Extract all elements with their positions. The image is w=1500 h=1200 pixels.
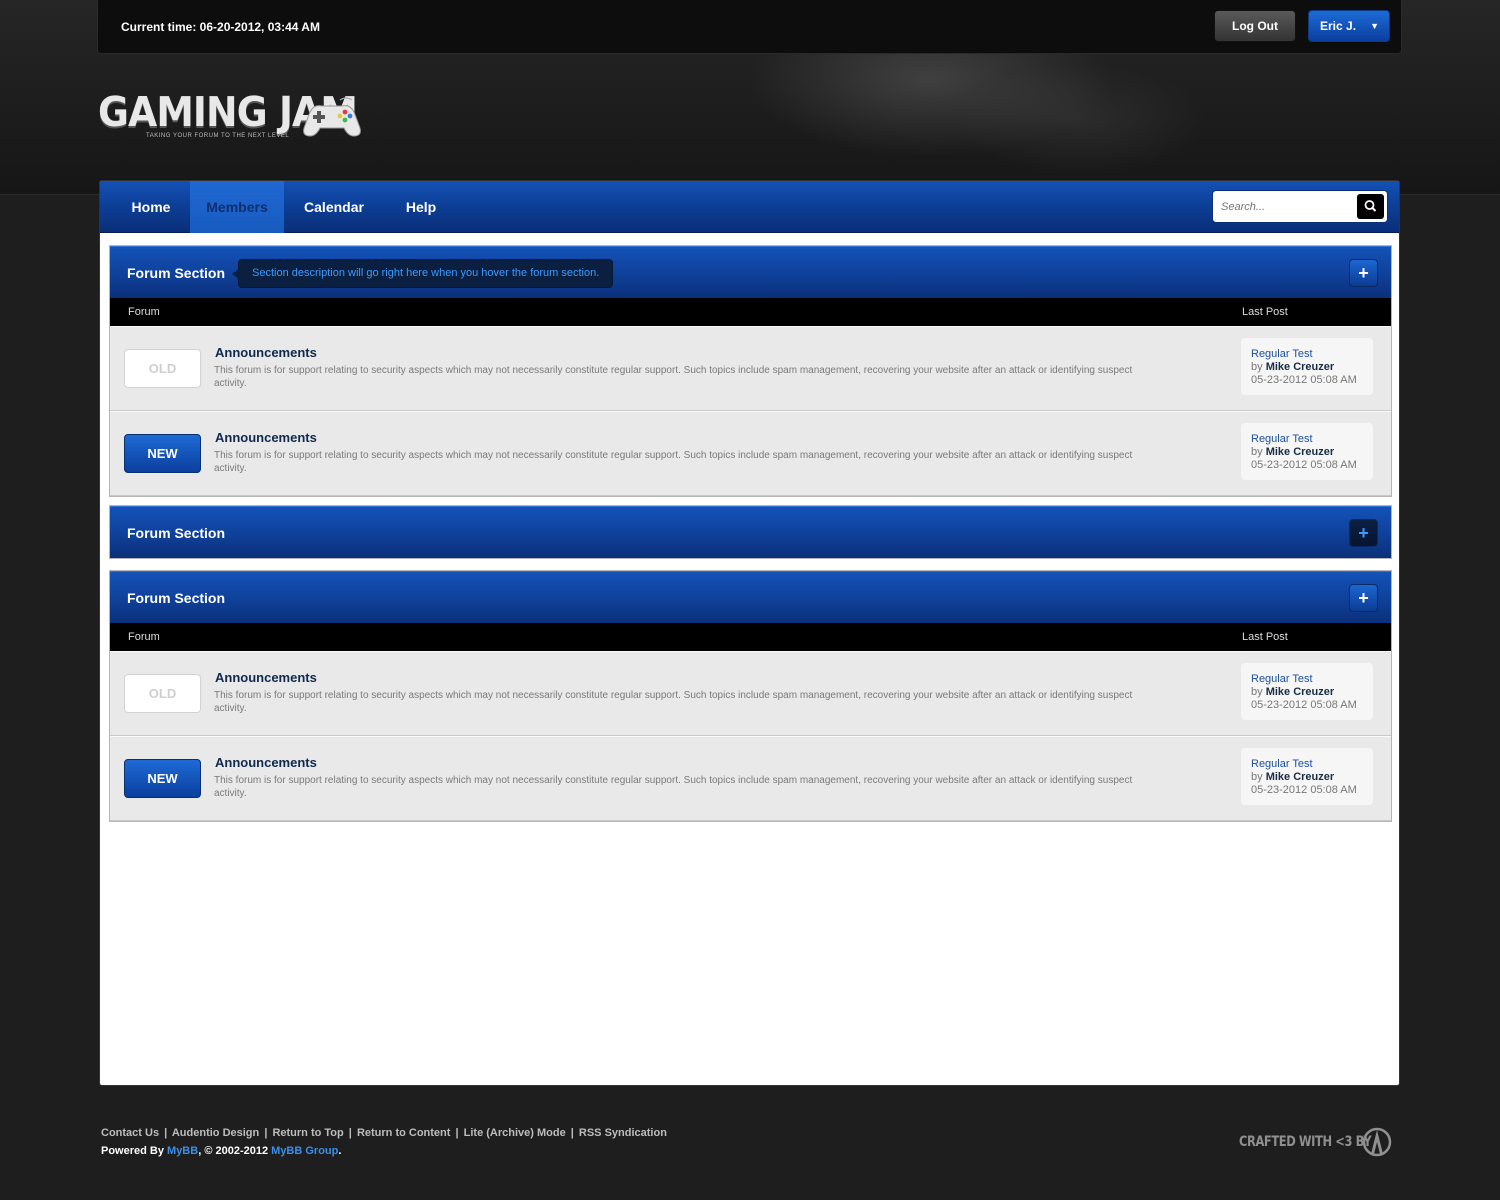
footer-separator: | — [348, 1127, 352, 1139]
powered-suffix: . — [338, 1145, 342, 1157]
main-panel: Home Members Calendar Help Forum Section… — [99, 180, 1400, 1086]
forum-link[interactable]: Announcements — [215, 345, 317, 360]
nav-home[interactable]: Home — [115, 181, 187, 233]
user-name: Eric J. — [1320, 19, 1357, 33]
last-post-box: Regular Test by Mike Creuzer 05-23-2012 … — [1241, 663, 1373, 720]
status-badge-old: OLD — [124, 674, 201, 713]
nav-members[interactable]: Members — [190, 181, 284, 233]
footer-link-return-top[interactable]: Return to Top — [272, 1127, 343, 1139]
search-input[interactable] — [1221, 191, 1351, 222]
search-box — [1212, 190, 1388, 223]
powered-prefix: Powered By — [101, 1145, 164, 1157]
last-post-author[interactable]: Mike Creuzer — [1266, 446, 1334, 458]
last-post-box: Regular Test by Mike Creuzer 05-23-2012 … — [1241, 423, 1373, 480]
forum-row: NEW Announcements This forum is for supp… — [110, 736, 1391, 821]
chevron-down-icon: ▼ — [1370, 21, 1379, 31]
last-post-date: 05-23-2012 05:08 AM — [1251, 459, 1357, 471]
footer-link-audentio[interactable]: Audentio Design — [172, 1127, 259, 1139]
forum-row: OLD Announcements This forum is for supp… — [110, 651, 1391, 736]
logout-button[interactable]: Log Out — [1214, 10, 1296, 42]
column-header: Forum Last Post — [110, 298, 1391, 326]
footer-link-return-content[interactable]: Return to Content — [357, 1127, 450, 1139]
last-post-title[interactable]: Regular Test — [1251, 433, 1373, 446]
footer-links: Contact Us | Audentio Design | Return to… — [101, 1127, 667, 1139]
footer-powered: Powered By MyBB, © 2002-2012 MyBB Group. — [101, 1145, 341, 1157]
column-last-post: Last Post — [1242, 631, 1288, 643]
search-button[interactable] — [1357, 194, 1384, 219]
status-badge-new: NEW — [124, 434, 201, 473]
status-badge-new: NEW — [124, 759, 201, 798]
last-post-title[interactable]: Regular Test — [1251, 758, 1373, 771]
gamepad-icon — [303, 97, 361, 137]
audentio-logo-icon[interactable] — [1361, 1126, 1393, 1158]
logo-tagline: TAKING YOUR FORUM TO THE NEXT LEVEL — [146, 133, 290, 139]
powered-copyright: , © 2002-2012 — [198, 1145, 269, 1157]
mybb-group-link[interactable]: MyBB Group — [271, 1145, 338, 1157]
section-title: Forum Section — [127, 590, 226, 606]
column-forum: Forum — [128, 631, 160, 643]
last-post-author[interactable]: Mike Creuzer — [1266, 771, 1334, 783]
search-icon — [1364, 200, 1377, 212]
forum-description: This forum is for support relating to se… — [214, 450, 1133, 474]
expand-button[interactable]: + — [1349, 259, 1378, 287]
last-post-by: by — [1251, 361, 1263, 373]
last-post-box: Regular Test by Mike Creuzer 05-23-2012 … — [1241, 748, 1373, 805]
status-badge-old: OLD — [124, 349, 201, 388]
forum-row: OLD Announcements This forum is for supp… — [110, 326, 1391, 411]
last-post-author[interactable]: Mike Creuzer — [1266, 361, 1334, 373]
column-header: Forum Last Post — [110, 623, 1391, 651]
last-post-date: 05-23-2012 05:08 AM — [1251, 699, 1357, 711]
forum-link[interactable]: Announcements — [215, 755, 317, 770]
footer-separator: | — [164, 1127, 168, 1139]
section-header[interactable]: Forum Section Section description will g… — [110, 246, 1391, 298]
expand-button[interactable]: + — [1349, 584, 1378, 612]
last-post-title[interactable]: Regular Test — [1251, 348, 1373, 361]
last-post-title[interactable]: Regular Test — [1251, 673, 1373, 686]
section-description-tooltip: Section description will go right here w… — [231, 259, 614, 288]
last-post-author[interactable]: Mike Creuzer — [1266, 686, 1334, 698]
forum-description: This forum is for support relating to se… — [214, 690, 1133, 714]
forum-row: NEW Announcements This forum is for supp… — [110, 411, 1391, 496]
section-header[interactable]: Forum Section + — [110, 506, 1391, 558]
column-last-post: Last Post — [1242, 306, 1288, 318]
user-menu-button[interactable]: Eric J. ▼ — [1308, 10, 1390, 42]
forum-description: This forum is for support relating to se… — [214, 365, 1133, 389]
top-bar: Current time: 06-20-2012, 03:44 AM Log O… — [97, 0, 1402, 54]
forum-description: This forum is for support relating to se… — [214, 775, 1133, 799]
footer-link-rss[interactable]: RSS Syndication — [579, 1127, 667, 1139]
footer-link-contact[interactable]: Contact Us — [101, 1127, 159, 1139]
forum-link[interactable]: Announcements — [215, 670, 317, 685]
footer-separator: | — [264, 1127, 268, 1139]
last-post-date: 05-23-2012 05:08 AM — [1251, 784, 1357, 796]
last-post-date: 05-23-2012 05:08 AM — [1251, 374, 1357, 386]
last-post-by: by — [1251, 771, 1263, 783]
forum-section: Forum Section Section description will g… — [109, 245, 1392, 497]
section-title: Forum Section — [127, 265, 226, 281]
footer-separator: | — [455, 1127, 459, 1139]
section-title: Forum Section — [127, 525, 226, 541]
footer-link-lite-mode[interactable]: Lite (Archive) Mode — [464, 1127, 566, 1139]
forum-section-collapsed: Forum Section + — [109, 505, 1392, 559]
column-forum: Forum — [128, 306, 160, 318]
section-header[interactable]: Forum Section + — [110, 571, 1391, 623]
last-post-by: by — [1251, 446, 1263, 458]
last-post-by: by — [1251, 686, 1263, 698]
expand-button[interactable]: + — [1349, 519, 1378, 547]
nav-bar: Home Members Calendar Help — [100, 181, 1399, 233]
forum-section: Forum Section + Forum Last Post OLD Anno… — [109, 570, 1392, 822]
current-time: Current time: 06-20-2012, 03:44 AM — [121, 20, 320, 34]
nav-help[interactable]: Help — [390, 181, 452, 233]
nav-calendar[interactable]: Calendar — [290, 181, 378, 233]
footer-separator: | — [570, 1127, 574, 1139]
crafted-by-text: CRAFTED WITH <3 BY — [1239, 1134, 1372, 1150]
mybb-link[interactable]: MyBB — [167, 1145, 198, 1157]
forum-link[interactable]: Announcements — [215, 430, 317, 445]
last-post-box: Regular Test by Mike Creuzer 05-23-2012 … — [1241, 338, 1373, 395]
